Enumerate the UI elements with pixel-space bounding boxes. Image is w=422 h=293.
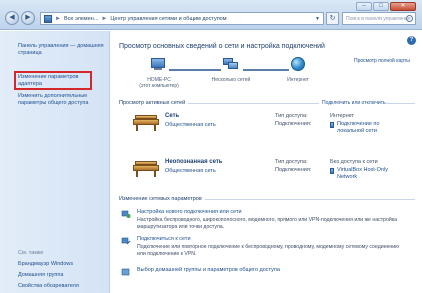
maximize-button[interactable]: □ bbox=[373, 2, 389, 11]
connect-network-icon bbox=[121, 236, 131, 246]
network-node bbox=[223, 58, 239, 70]
homegroup-link[interactable]: Выбор домашней группы и параметров общег… bbox=[137, 267, 280, 273]
search-placeholder: Поиск в панели управления bbox=[346, 16, 411, 22]
network-name: Сеть bbox=[165, 113, 180, 119]
new-connection-icon bbox=[121, 209, 131, 219]
refresh-button[interactable]: ↻ bbox=[326, 12, 339, 25]
connect-disconnect-link[interactable]: Подключить или отключить bbox=[319, 100, 386, 106]
map-connector bbox=[243, 69, 289, 71]
change-settings-heading: Изменение сетевых параметров bbox=[119, 196, 205, 202]
minimize-button[interactable]: – bbox=[356, 2, 372, 11]
task-connect-network: Подключиться к сети Подключение или повт… bbox=[121, 236, 411, 258]
breadcrumb-all-items[interactable]: Все элемен... bbox=[64, 16, 98, 22]
breadcrumb-network-center[interactable]: Центр управления сетями и общим доступом bbox=[110, 16, 226, 22]
sidebar-link-internet-options[interactable]: Свойства обозревателя bbox=[18, 283, 79, 289]
new-connection-desc: Настройка беспроводного, широкополосного… bbox=[137, 217, 398, 230]
access-type-value: Интернет bbox=[330, 113, 354, 119]
homegroup-icon bbox=[121, 267, 131, 277]
computer-icon bbox=[151, 58, 165, 68]
public-network-icon bbox=[133, 161, 159, 177]
task-new-connection: Настройка нового подключения или сети На… bbox=[121, 209, 411, 231]
access-type-value: Без доступа к сети bbox=[330, 159, 378, 165]
back-button[interactable]: ◀ bbox=[5, 11, 19, 25]
computer-sub: (этот компьютер) bbox=[139, 83, 179, 89]
access-type-label: Тип доступа: bbox=[275, 159, 308, 165]
computer-label: HOME-PC (этот компьютер) bbox=[137, 77, 181, 89]
connection-link[interactable]: VirtualBox Host-Only Network bbox=[337, 167, 397, 180]
access-type-label: Тип доступа: bbox=[275, 113, 308, 119]
window-controls: – □ ✕ bbox=[356, 2, 416, 11]
chevron-down-icon[interactable]: ▼ bbox=[315, 16, 320, 22]
network-label: Несколько сетей bbox=[211, 77, 251, 83]
breadcrumb-separator: ► bbox=[55, 15, 61, 22]
sidebar: Панель управления — домашняя страница Из… bbox=[0, 31, 110, 293]
sidebar-link-adapter-settings[interactable]: Изменение параметров адаптера bbox=[14, 71, 92, 90]
map-connector bbox=[169, 69, 221, 71]
sidebar-link-home[interactable]: Панель управления — домашняя страница bbox=[18, 43, 104, 56]
breadcrumb-separator: ► bbox=[101, 15, 108, 22]
internet-node bbox=[291, 57, 305, 71]
public-network-icon bbox=[133, 115, 159, 131]
network-icon bbox=[223, 58, 239, 70]
globe-icon bbox=[291, 57, 305, 71]
control-panel-icon bbox=[44, 14, 52, 23]
connections-label: Подключения: bbox=[275, 121, 312, 127]
address-bar[interactable]: ► Все элемен... ► Центр управления сетям… bbox=[40, 12, 324, 25]
see-also-heading: См. также bbox=[18, 250, 44, 256]
computer-stand bbox=[154, 68, 162, 70]
search-icon[interactable] bbox=[406, 15, 413, 22]
adapter-icon bbox=[330, 168, 334, 174]
new-connection-link[interactable]: Настройка нового подключения или сети bbox=[137, 209, 242, 215]
help-icon[interactable]: ? bbox=[407, 36, 416, 45]
close-button[interactable]: ✕ bbox=[390, 2, 416, 11]
sidebar-link-homegroup[interactable]: Домашняя группа bbox=[18, 272, 63, 278]
adapter-icon bbox=[330, 122, 334, 128]
forward-button[interactable]: ▶ bbox=[21, 11, 35, 25]
title-bar: – □ ✕ ◀ ▶ ► Все элемен... ► Центр управл… bbox=[0, 0, 422, 30]
network-type-link[interactable]: Общественная сеть bbox=[165, 168, 216, 174]
connect-network-desc: Подключение или повторное подключение к … bbox=[137, 244, 400, 257]
sidebar-link-sharing-settings[interactable]: Изменить дополнительные параметры общего… bbox=[18, 93, 104, 106]
main-content: ? Просмотр основных сведений о сети и на… bbox=[111, 31, 422, 293]
connections-label: Подключения: bbox=[275, 167, 312, 173]
page-title: Просмотр основных сведений о сети и наст… bbox=[119, 43, 325, 50]
active-networks-heading: Просмотр активных сетей bbox=[119, 100, 189, 106]
sidebar-link-firewall[interactable]: Брандмауэр Windows bbox=[18, 261, 73, 267]
network-name: Неопознанная сеть bbox=[165, 159, 223, 165]
internet-label: Интернет bbox=[287, 77, 309, 83]
network-type-link[interactable]: Общественная сеть bbox=[165, 122, 216, 128]
connect-network-link[interactable]: Подключиться к сети bbox=[137, 236, 191, 242]
full-map-link[interactable]: Просмотр полной карты bbox=[354, 58, 410, 64]
connection-link[interactable]: Подключение по локальной сети bbox=[337, 121, 397, 134]
computer-node bbox=[151, 58, 165, 70]
task-homegroup: Выбор домашней группы и параметров общег… bbox=[121, 267, 411, 279]
search-input[interactable]: Поиск в панели управления bbox=[342, 12, 416, 25]
